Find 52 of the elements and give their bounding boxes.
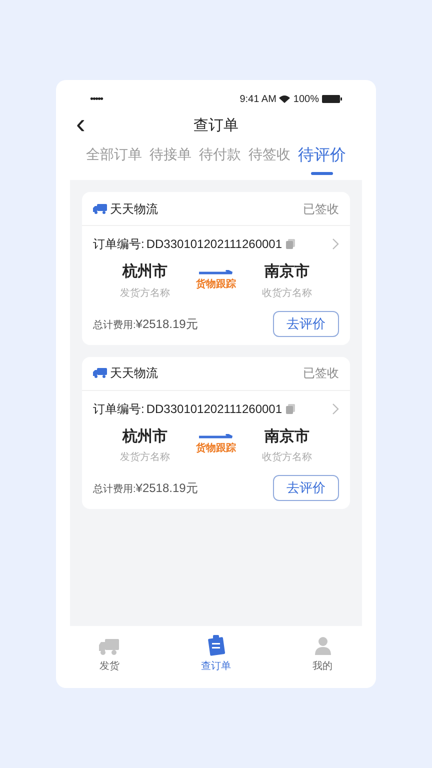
truck-icon [93,368,107,378]
wifi-icon [279,95,290,103]
order-tab[interactable]: 全部订单 [86,144,142,172]
sender-label: 发货方名称 [120,450,170,465]
order-number: DD330101202111260001 [146,236,282,253]
signal-dots: ••••• [90,92,103,106]
sender-label: 发货方名称 [120,286,170,300]
truck-icon [93,204,107,214]
origin-city: 杭州市 [122,262,168,282]
battery-icon [322,95,342,103]
truck-icon [98,638,120,656]
order-status: 已签收 [303,200,339,218]
chevron-right-icon[interactable] [332,238,339,250]
track-link[interactable]: 货物跟踪 [196,276,236,292]
back-button[interactable]: ‹ [76,110,86,138]
copy-icon[interactable] [286,239,296,249]
order-tab[interactable]: 待付款 [199,144,241,172]
clipboard-icon [206,634,226,656]
status-time: 9:41 AM [240,92,276,106]
total-amount: ¥2518.19元 [136,480,198,497]
chevron-right-icon[interactable] [332,402,339,414]
destination-city: 南京市 [264,262,310,282]
order-card[interactable]: 天天物流 已签收 订单编号: DD330101202111260001 杭州市 发货方名称 货物跟踪 南京市 收货方名称 总计费用:¥2518.19元 去评价 [82,192,350,344]
order-number: DD330101202111260001 [146,400,282,418]
total-label: 总计费用: [93,318,136,332]
receiver-label: 收货方名称 [262,286,312,300]
battery-percent: 100% [293,92,319,106]
receiver-label: 收货方名称 [262,450,312,465]
person-icon [314,636,332,656]
nav-tab[interactable]: 我的 [292,634,353,688]
order-tab[interactable]: 待接单 [150,144,192,172]
destination-city: 南京市 [264,426,310,446]
origin-city: 杭州市 [122,426,168,446]
total-label: 总计费用: [93,482,136,497]
nav-tab[interactable]: 发货 [79,634,140,688]
page-title: 查订单 [194,116,238,136]
nav-tab[interactable]: 查订单 [186,634,246,688]
arrow-icon [199,270,233,276]
order-status: 已签收 [303,365,339,382]
company-name: 天天物流 [110,365,158,382]
review-button[interactable]: 去评价 [273,310,339,336]
copy-icon[interactable] [286,404,296,414]
review-button[interactable]: 去评价 [273,475,339,501]
order-number-label: 订单编号: [93,236,144,253]
order-tab[interactable]: 待签收 [248,144,290,172]
order-card[interactable]: 天天物流 已签收 订单编号: DD330101202111260001 杭州市 发货方名称 货物跟踪 南京市 收货方名称 总计费用:¥2518.19元 去评价 [82,356,350,509]
order-number-label: 订单编号: [93,400,144,418]
track-link[interactable]: 货物跟踪 [196,441,236,456]
order-tab[interactable]: 待评价 [298,144,346,175]
total-amount: ¥2518.19元 [136,316,198,332]
arrow-icon [199,434,233,440]
company-name: 天天物流 [110,200,158,218]
